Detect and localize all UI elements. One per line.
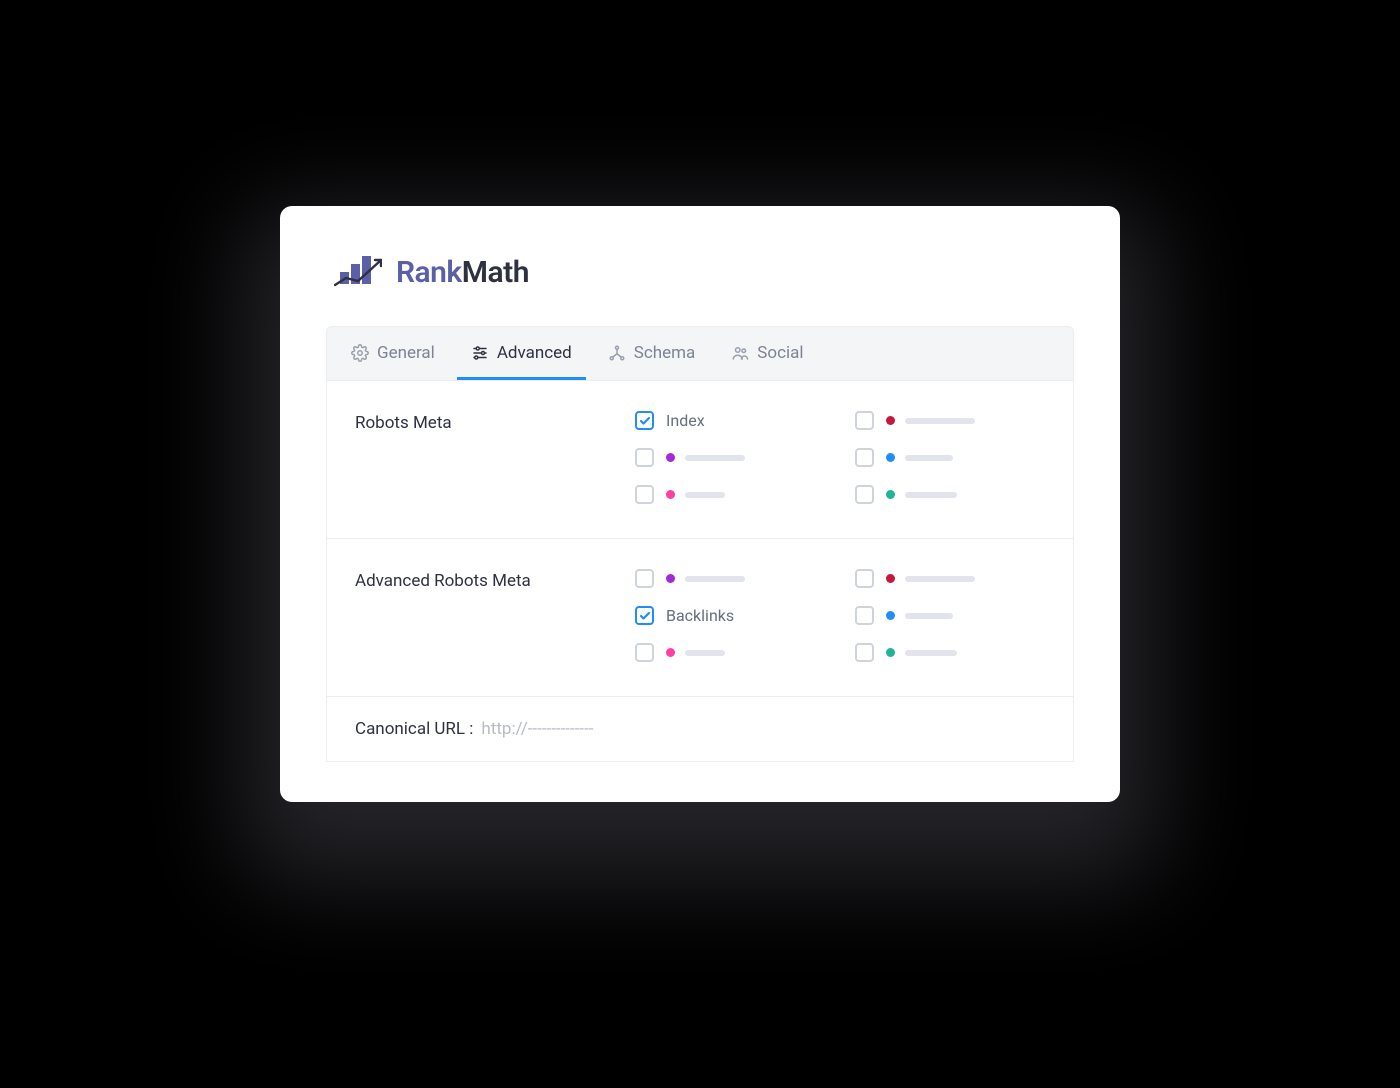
option-backlinks[interactable]: Backlinks	[635, 606, 825, 625]
tab-schema[interactable]: Schema	[594, 331, 710, 380]
dot-icon	[886, 648, 895, 657]
placeholder-content	[886, 490, 957, 499]
option-placeholder[interactable]	[855, 569, 1045, 588]
logo-icon	[334, 252, 382, 292]
tab-social[interactable]: Social	[717, 331, 817, 380]
bar-icon	[905, 650, 957, 656]
bar-icon	[685, 576, 745, 582]
placeholder-content	[666, 490, 725, 499]
brand-second: Math	[462, 255, 529, 290]
dot-icon	[666, 490, 675, 499]
dot-icon	[666, 648, 675, 657]
canonical-url-input[interactable]: http://--------------	[481, 719, 593, 739]
tab-label: Social	[757, 343, 803, 363]
section-advanced-robots-meta: Advanced Robots Meta	[327, 539, 1073, 697]
bar-icon	[685, 650, 725, 656]
dot-icon	[886, 574, 895, 583]
tab-bar: General Advanced Schema Social	[326, 326, 1074, 381]
tab-label: Schema	[634, 343, 696, 363]
bar-icon	[905, 418, 975, 424]
bar-icon	[905, 455, 953, 461]
placeholder-content	[886, 611, 953, 620]
options-grid: Backlinks	[635, 569, 1045, 662]
bar-icon	[905, 576, 975, 582]
option-placeholder[interactable]	[635, 485, 825, 504]
placeholder-content	[886, 574, 975, 583]
dot-icon	[666, 453, 675, 462]
schema-icon	[608, 344, 626, 362]
checkbox-icon	[855, 643, 874, 662]
bar-icon	[685, 492, 725, 498]
checkbox-icon	[635, 448, 654, 467]
dot-icon	[666, 574, 675, 583]
dot-icon	[886, 453, 895, 462]
placeholder-content	[886, 453, 953, 462]
checkbox-icon	[855, 448, 874, 467]
section-title: Advanced Robots Meta	[355, 569, 635, 662]
sliders-icon	[471, 344, 489, 362]
checkbox-icon	[855, 485, 874, 504]
option-label: Backlinks	[666, 606, 734, 625]
checkbox-icon	[635, 485, 654, 504]
option-placeholder[interactable]	[855, 448, 1045, 467]
option-placeholder[interactable]	[855, 606, 1045, 625]
placeholder-content	[666, 453, 745, 462]
gear-icon	[351, 344, 369, 362]
checkbox-icon	[635, 643, 654, 662]
checkbox-icon	[855, 411, 874, 430]
option-placeholder[interactable]	[635, 643, 825, 662]
placeholder-content	[666, 574, 745, 583]
tab-label: Advanced	[497, 343, 572, 363]
option-placeholder[interactable]	[635, 448, 825, 467]
dot-icon	[886, 416, 895, 425]
tab-label: General	[377, 343, 435, 363]
tab-advanced[interactable]: Advanced	[457, 331, 586, 380]
checkbox-icon	[635, 411, 654, 430]
option-placeholder[interactable]	[635, 569, 825, 588]
placeholder-content	[886, 648, 957, 657]
placeholder-content	[666, 648, 725, 657]
option-placeholder[interactable]	[855, 485, 1045, 504]
canonical-label: Canonical URL :	[355, 719, 473, 739]
dot-icon	[886, 490, 895, 499]
options-grid: Index	[635, 411, 1045, 504]
checkbox-icon	[635, 569, 654, 588]
section-robots-meta: Robots Meta Index	[327, 381, 1073, 539]
settings-panel: Robots Meta Index	[326, 381, 1074, 762]
section-title: Robots Meta	[355, 411, 635, 504]
bar-icon	[905, 492, 957, 498]
bar-icon	[685, 455, 745, 461]
bar-icon	[905, 613, 953, 619]
section-canonical-url: Canonical URL : http://--------------	[327, 697, 1073, 761]
dot-icon	[886, 611, 895, 620]
checkbox-icon	[855, 569, 874, 588]
option-placeholder[interactable]	[855, 411, 1045, 430]
brand-logo: RankMath	[326, 252, 1074, 292]
option-label: Index	[666, 411, 705, 430]
users-icon	[731, 344, 749, 362]
checkbox-icon	[635, 606, 654, 625]
brand-text: RankMath	[396, 255, 529, 290]
placeholder-content	[886, 416, 975, 425]
settings-card: RankMath General Advanced Schema Soci	[280, 206, 1120, 802]
option-placeholder[interactable]	[855, 643, 1045, 662]
brand-first: Rank	[396, 255, 462, 290]
checkbox-icon	[855, 606, 874, 625]
tab-general[interactable]: General	[337, 331, 449, 380]
option-index[interactable]: Index	[635, 411, 825, 430]
